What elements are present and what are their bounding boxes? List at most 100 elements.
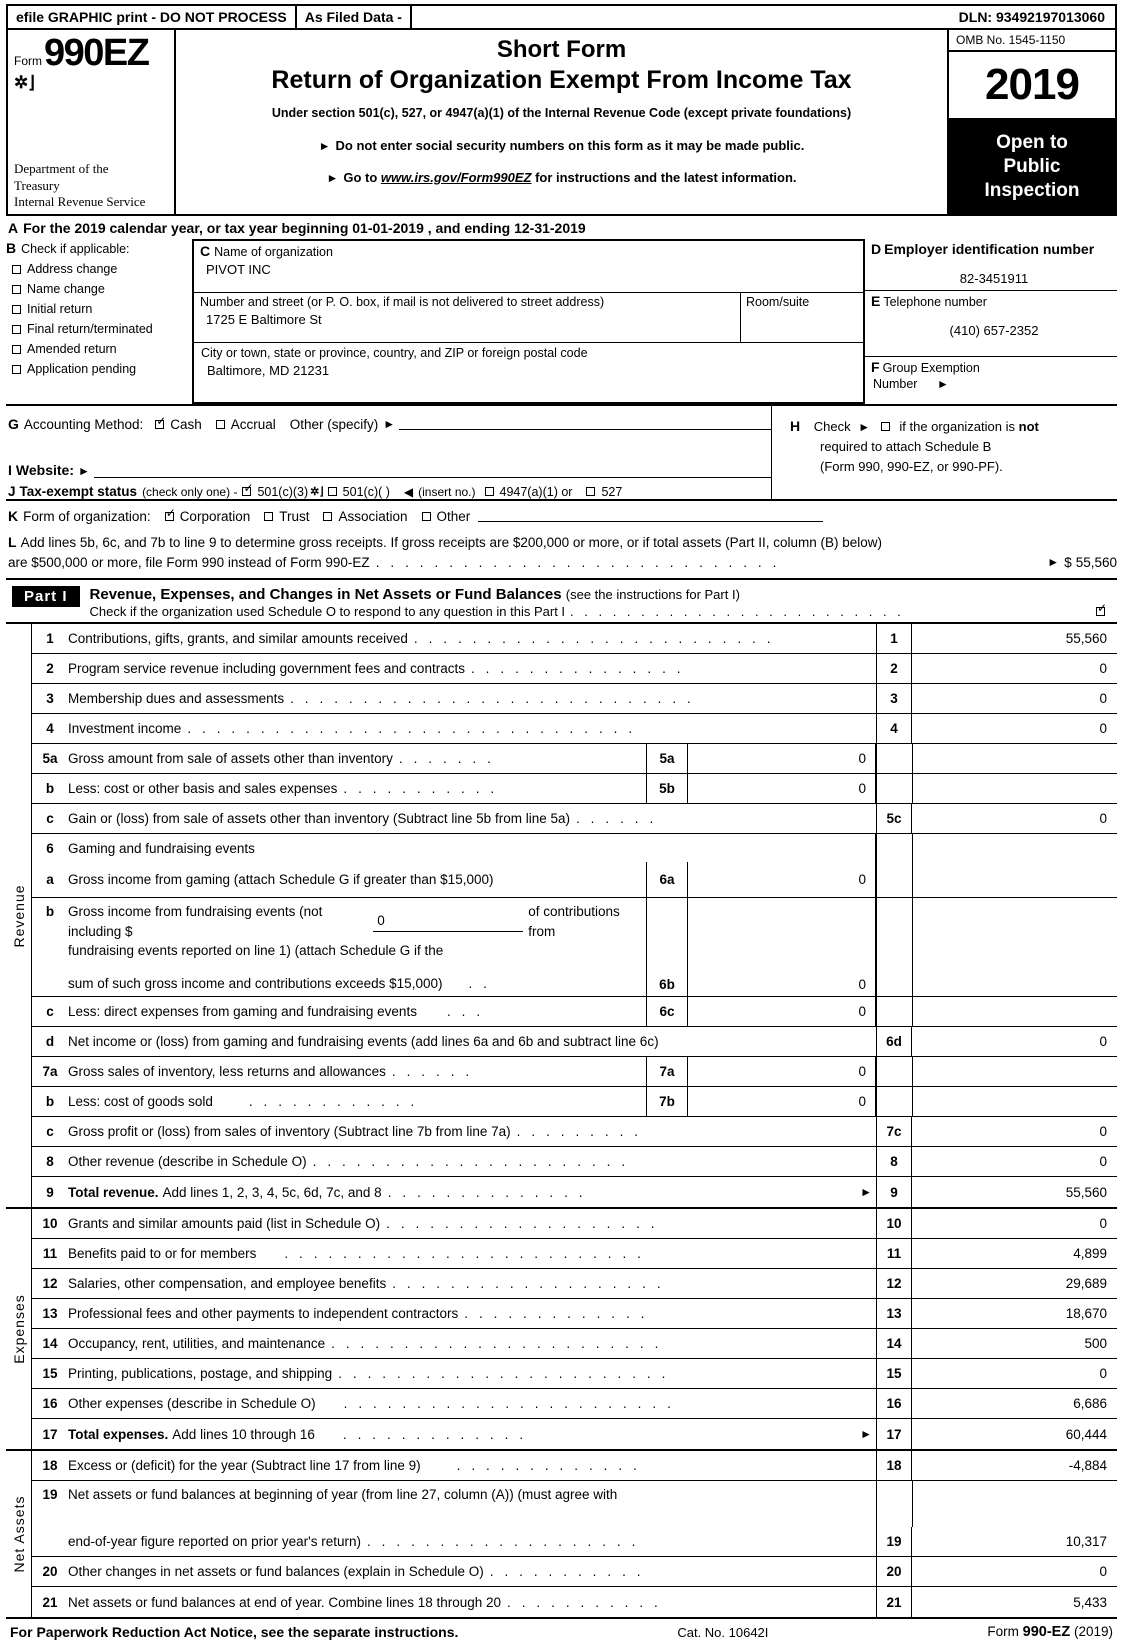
inner-amount-5b[interactable]: 0 (688, 774, 876, 804)
row-amount-9[interactable]: 55,560 (912, 1177, 1117, 1207)
checkbox-icon-final-return[interactable] (12, 324, 21, 334)
checkbox-icon-501c-other[interactable] (327, 487, 337, 496)
row-amount-5c[interactable]: 0 (912, 804, 1117, 833)
section-b-letter: B (6, 240, 17, 256)
row-amount-12[interactable]: 29,689 (912, 1269, 1117, 1298)
street-address-cell: Number and street (or P. O. box, if mail… (194, 293, 741, 342)
checkbox-other-org[interactable]: Other (421, 509, 470, 524)
row-amount-20[interactable]: 0 (912, 1557, 1117, 1586)
ein-value[interactable]: 82-3451911 (871, 271, 1117, 286)
website-input[interactable] (93, 466, 771, 478)
leader-dots-14: . . . . . . . . . . . . . . . . . . . . … (331, 1336, 662, 1352)
checkbox-initial-return[interactable]: Initial return (12, 302, 192, 316)
checkbox-label-amended-return: Amended return (27, 342, 117, 356)
telephone-value[interactable]: (410) 657-2352 (871, 323, 1117, 338)
form-of-organization-other-input[interactable] (478, 510, 824, 522)
accounting-other-input[interactable] (399, 418, 771, 430)
form-of-organization-label: Form of organization: (23, 508, 151, 524)
section-d-letter: D (871, 241, 882, 257)
row-label-20: Other changes in net assets or fund bala… (68, 1564, 484, 1580)
row-amount-7c[interactable]: 0 (912, 1117, 1117, 1146)
inner-amount-6a[interactable]: 0 (688, 862, 876, 898)
checkbox-501c3[interactable]: 501(c)(3) (242, 482, 308, 499)
organization-name-value[interactable]: PIVOT INC (200, 262, 863, 277)
checkbox-trust[interactable]: Trust (264, 509, 309, 524)
checkbox-icon-name-change[interactable] (12, 284, 21, 294)
row-outer-number-2: 2 (876, 654, 912, 684)
checkbox-application-pending[interactable]: Application pending (12, 362, 192, 376)
tax-year-label: 2019 (949, 52, 1115, 120)
row-amount-1[interactable]: 55,560 (912, 624, 1117, 653)
checkbox-icon-application-pending[interactable] (12, 364, 21, 374)
row-amount-15[interactable]: 0 (912, 1359, 1117, 1388)
checkbox-amended-return[interactable]: Amended return (12, 342, 192, 356)
row-amount-21[interactable]: 5,433 (912, 1587, 1117, 1617)
schedule-o-check-row: Check if the organization used Schedule … (90, 602, 1117, 622)
triangle-bullet-icon: ► (318, 138, 331, 153)
row-amount-6d[interactable]: 0 (912, 1027, 1117, 1056)
form-of-organization-row: K Form of organization: Corporation Trus… (8, 507, 1117, 524)
checkbox-icon-527[interactable] (586, 487, 596, 496)
row-amount-18[interactable]: -4,884 (912, 1451, 1117, 1480)
checkbox-icon-association[interactable] (323, 511, 333, 521)
checkbox-527[interactable]: 527 (586, 485, 622, 499)
checkbox-501c-other[interactable]: 501(c)( ) (327, 485, 390, 499)
checkbox-name-change[interactable]: Name change (12, 282, 192, 296)
street-address-value[interactable]: 1725 E Baltimore St (200, 312, 740, 327)
row-label-6a: Gross income from gaming (attach Schedul… (68, 872, 494, 888)
row-text-6: Gaming and fundraising events (68, 834, 646, 862)
checkbox-icon-address-change[interactable] (12, 264, 21, 274)
checkbox-cash[interactable]: Cash (155, 415, 202, 432)
inner-number-7b: 7b (646, 1087, 688, 1117)
checkbox-icon-corporation[interactable] (164, 507, 176, 521)
row-label-5b: Less: cost or other basis and sales expe… (68, 781, 338, 797)
inner-amount-6c[interactable]: 0 (688, 997, 876, 1027)
row-amount-2[interactable]: 0 (912, 654, 1117, 683)
row-amount-16[interactable]: 6,686 (912, 1389, 1117, 1418)
checkbox-icon-4947a1[interactable] (484, 487, 494, 496)
table-row: 20 Other changes in net assets or fund b… (32, 1557, 1117, 1588)
row-amount-19[interactable]: 10,317 (912, 1527, 1117, 1556)
inner-amount-7b[interactable]: 0 (688, 1087, 876, 1117)
checkbox-icon-schedule-b[interactable] (880, 422, 890, 431)
row-amount-17[interactable]: 60,444 (912, 1419, 1117, 1449)
row-amount-11[interactable]: 4,899 (912, 1239, 1117, 1268)
checkbox-address-change[interactable]: Address change (12, 262, 192, 276)
group-exemption-label: Group Exemption (882, 361, 980, 375)
checkbox-accrual[interactable]: Accrual (215, 417, 276, 432)
line-a-letter: A (8, 220, 19, 236)
row-amount-8[interactable]: 0 (912, 1147, 1117, 1176)
checkbox-icon-amended-return[interactable] (12, 344, 21, 354)
row-amount-4[interactable]: 0 (912, 714, 1117, 743)
checkbox-corporation[interactable]: Corporation (164, 507, 250, 524)
checkbox-icon-schedule-o[interactable] (1096, 602, 1107, 617)
leader-dots-17: . . . . . . . . . . . . . (342, 1426, 527, 1442)
checkbox-icon-initial-return[interactable] (12, 304, 21, 314)
section-l-amount-prefix: $ (1064, 554, 1072, 570)
inner-amount-6b[interactable]: 0 (688, 898, 876, 997)
irs-form990ez-link[interactable]: www.irs.gov/Form990EZ (381, 170, 532, 185)
triangle-pointer-icon-line9: ► (860, 1185, 872, 1200)
row-6b-fill-value[interactable]: 0 (373, 911, 524, 932)
checkbox-final-return[interactable]: Final return/terminated (12, 322, 192, 336)
checkbox-icon-other-org[interactable] (421, 511, 431, 521)
row-amount-14[interactable]: 500 (912, 1329, 1117, 1358)
checkbox-icon-trust[interactable] (264, 511, 274, 521)
checkbox-association[interactable]: Association (323, 509, 408, 524)
row-text-19-line1: Net assets or fund balances at beginning… (68, 1487, 618, 1503)
row-amount-3[interactable]: 0 (912, 684, 1117, 713)
city-state-zip-value[interactable]: Baltimore, MD 21231 (201, 363, 863, 378)
treasury-department-label: Department of the Treasury Internal Reve… (14, 161, 145, 210)
section-i-letter: I (8, 462, 12, 478)
checkbox-icon-501c3[interactable] (242, 482, 254, 496)
checkbox-icon-cash[interactable] (155, 415, 166, 429)
leader-dots-6c: . . . (446, 1004, 484, 1020)
checkbox-icon-accrual[interactable] (215, 419, 225, 429)
inner-amount-5a[interactable]: 0 (688, 744, 876, 774)
checkbox-4947a1[interactable]: 4947(a)(1) or (484, 485, 572, 499)
outer-empty-5a (876, 744, 1117, 774)
row-outer-number-21: 21 (876, 1587, 912, 1618)
row-amount-10[interactable]: 0 (912, 1209, 1117, 1238)
row-amount-13[interactable]: 18,670 (912, 1299, 1117, 1328)
inner-amount-7a[interactable]: 0 (688, 1057, 876, 1087)
